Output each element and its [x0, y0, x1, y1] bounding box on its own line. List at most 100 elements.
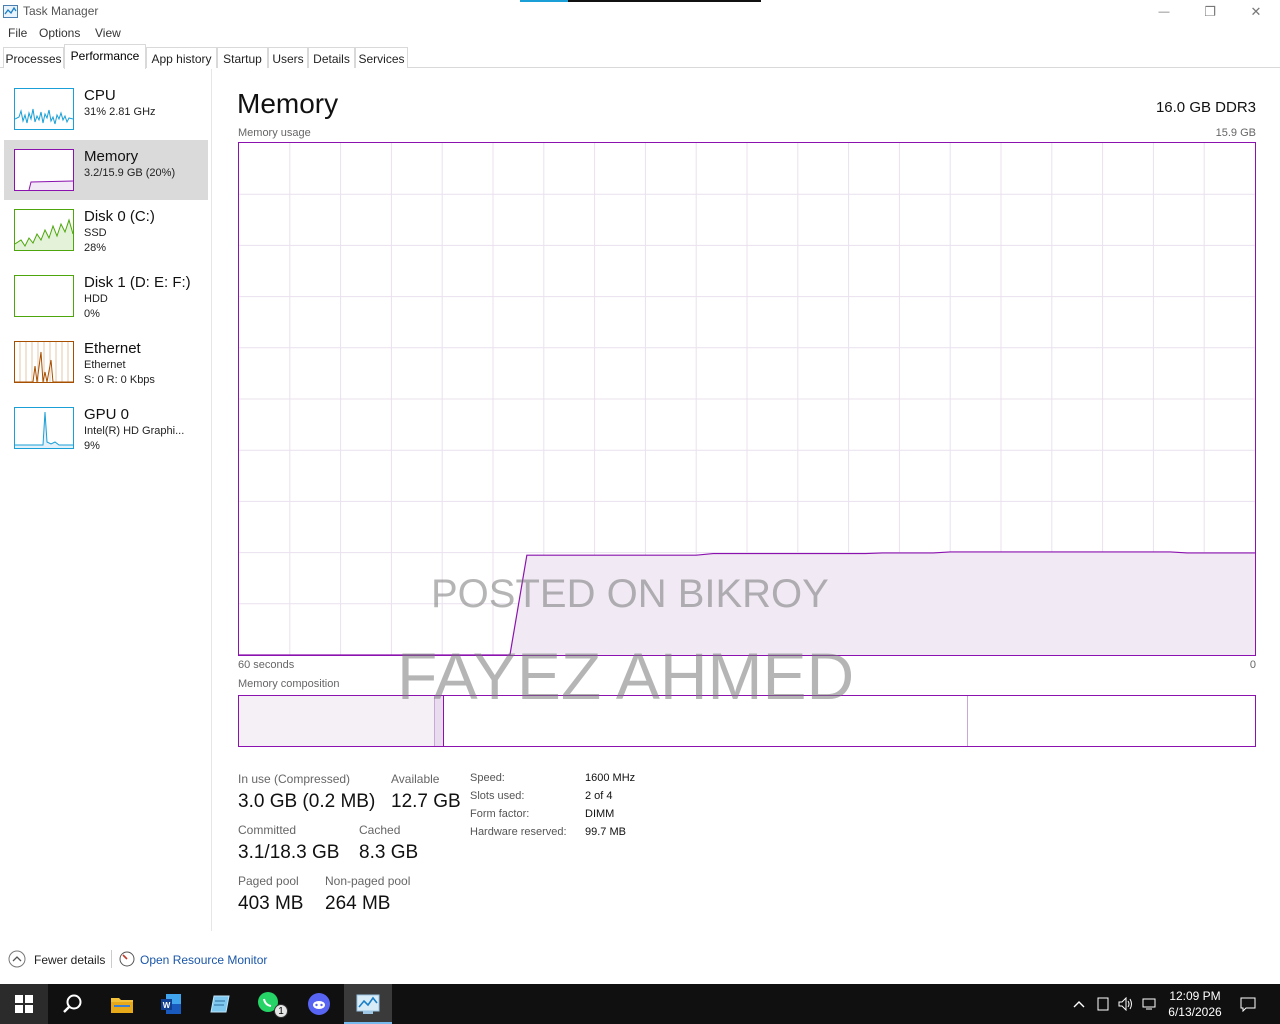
fewer-details-label: Fewer details — [34, 953, 106, 967]
sidebar-item-throughput: S: 0 R: 0 Kbps — [84, 374, 155, 386]
sidebar-item-disk-1[interactable]: Disk 1 (D: E: F:) HDD 0% — [4, 266, 208, 326]
minimize-button[interactable]: — — [1141, 0, 1187, 23]
memory-usage-max: 15.9 GB — [1215, 127, 1256, 139]
available-value: 12.7 GB — [391, 791, 461, 812]
graph-time-right: 0 — [1249, 659, 1256, 671]
paged-pool-label: Paged pool — [238, 874, 299, 888]
notification-icon — [1240, 997, 1256, 1012]
memory-usage-chart — [239, 143, 1255, 656]
gpu-thumbnail — [14, 407, 74, 449]
sidebar-item-usage: 0% — [84, 308, 100, 320]
menu-options[interactable]: Options — [39, 26, 80, 40]
tab-details[interactable]: Details — [308, 47, 355, 68]
clock-date: 6/13/2026 — [1168, 1005, 1222, 1019]
tab-processes[interactable]: Processes — [3, 47, 64, 68]
show-hidden-icons-button[interactable] — [1068, 984, 1090, 1024]
sidebar-item-detail: Ethernet — [84, 359, 126, 371]
graph-time-left: 60 seconds — [238, 659, 295, 671]
sidebar-item-detail: 31% 2.81 GHz — [84, 106, 156, 118]
sidebar-item-usage: 9% — [84, 440, 100, 452]
tab-startup[interactable]: Startup — [217, 47, 268, 68]
spec-label-slots: Slots used: — [470, 790, 525, 802]
resource-monitor-icon — [119, 951, 135, 967]
sidebar-item-detail: 3.2/15.9 GB (20%) — [84, 167, 176, 179]
sidebar-item-label: CPU — [84, 87, 116, 104]
restore-icon: ❐ — [1204, 3, 1216, 19]
sidebar-item-memory[interactable]: Memory 3.2/15.9 GB (20%) — [4, 140, 208, 200]
cached-value: 8.3 GB — [359, 842, 419, 863]
tab-services[interactable]: Services — [355, 47, 408, 68]
restore-button[interactable]: ❐ — [1187, 0, 1233, 23]
minimize-icon: — — [1158, 5, 1170, 18]
clock-time: 12:09 PM — [1169, 989, 1221, 1003]
sidebar-item-cpu[interactable]: CPU 31% 2.81 GHz — [4, 79, 208, 139]
windows-icon — [15, 995, 33, 1013]
sidebar-item-label: Memory — [84, 148, 139, 165]
sidebar-item-label: Ethernet — [84, 340, 141, 357]
memory-spec: 16.0 GB DDR3 — [1155, 99, 1256, 116]
tab-users[interactable]: Users — [268, 47, 308, 68]
start-button[interactable] — [0, 984, 48, 1024]
word-icon: W — [161, 994, 181, 1014]
ethernet-thumbnail — [14, 341, 74, 383]
taskbar-clock[interactable]: 12:09 PM 6/13/2026 — [1160, 988, 1230, 1020]
gpu-thumbnail-graph — [15, 411, 73, 448]
page-title: Memory — [237, 88, 339, 119]
tab-app-history[interactable]: App history — [146, 47, 217, 68]
taskbar-word[interactable]: W — [147, 984, 195, 1024]
sidebar-item-detail: SSD — [84, 227, 107, 239]
taskbar-discord[interactable] — [295, 984, 343, 1024]
disk-0-thumbnail-graph — [15, 218, 73, 250]
tray-network-button[interactable] — [1139, 984, 1161, 1024]
chevron-up-icon — [1073, 1001, 1085, 1008]
sidebar-item-label: Disk 1 (D: E: F:) — [84, 274, 191, 291]
ethernet-thumbnail-graph — [15, 342, 73, 382]
spec-value-slots: 2 of 4 — [585, 790, 613, 802]
non-paged-pool-value: 264 MB — [325, 893, 391, 914]
taskbar-notepad[interactable] — [196, 984, 244, 1024]
folder-icon — [111, 998, 133, 1013]
fewer-details-button[interactable]: Fewer details — [0, 945, 106, 975]
sidebar-item-gpu-0[interactable]: GPU 0 Intel(R) HD Graphi... 9% — [4, 398, 208, 458]
composition-modified — [435, 696, 444, 746]
performance-sidebar: CPU 31% 2.81 GHz Memory 3.2/15.9 GB (20%… — [0, 69, 212, 931]
taskbar-search-button[interactable] — [48, 984, 96, 1024]
sidebar-item-disk-0[interactable]: Disk 0 (C:) SSD 28% — [4, 200, 208, 260]
taskbar: W 1 12:09 PM 6/13/2026 — [0, 984, 1280, 1024]
tab-performance[interactable]: Performance — [64, 44, 146, 69]
menu-view[interactable]: View — [95, 26, 121, 40]
discord-icon — [308, 993, 330, 1015]
disk-0-thumbnail — [14, 209, 74, 251]
menu-file[interactable]: File — [8, 26, 27, 40]
search-icon — [63, 994, 82, 1013]
tray-device-button[interactable] — [1092, 984, 1114, 1024]
memory-usage-label: Memory usage — [238, 127, 311, 139]
in-use-label: In use (Compressed) — [238, 772, 351, 786]
non-paged-pool-label: Non-paged pool — [325, 874, 411, 888]
open-resource-monitor-link[interactable]: Open Resource Monitor — [140, 953, 267, 967]
title-accent-dark — [568, 0, 761, 2]
cpu-thumbnail — [14, 88, 74, 130]
taskbar-whatsapp[interactable]: 1 — [246, 984, 294, 1024]
taskbar-task-manager[interactable] — [344, 984, 392, 1024]
spec-value-form-factor: DIMM — [585, 808, 615, 820]
volume-icon — [1118, 997, 1132, 1011]
close-icon: ✕ — [1250, 3, 1262, 19]
spec-label-hardware-reserved: Hardware reserved: — [470, 826, 567, 838]
tray-volume-button[interactable] — [1115, 984, 1137, 1024]
device-icon — [1097, 997, 1109, 1011]
sidebar-item-detail: HDD — [84, 293, 108, 305]
taskbar-file-explorer[interactable] — [98, 984, 146, 1024]
network-icon — [1142, 998, 1156, 1010]
committed-value: 3.1/18.3 GB — [238, 842, 340, 863]
memory-composition-bar[interactable] — [238, 695, 1256, 747]
action-center-button[interactable] — [1234, 984, 1262, 1024]
paged-pool-value: 403 MB — [238, 893, 304, 914]
spec-value-hardware-reserved: 99.7 MB — [585, 826, 626, 838]
title-accent — [520, 0, 568, 2]
memory-composition-label: Memory composition — [238, 678, 340, 690]
sidebar-item-ethernet[interactable]: Ethernet Ethernet S: 0 R: 0 Kbps — [4, 332, 208, 392]
svg-text:W: W — [163, 1001, 171, 1010]
cached-label: Cached — [359, 823, 401, 837]
close-button[interactable]: ✕ — [1233, 0, 1279, 23]
